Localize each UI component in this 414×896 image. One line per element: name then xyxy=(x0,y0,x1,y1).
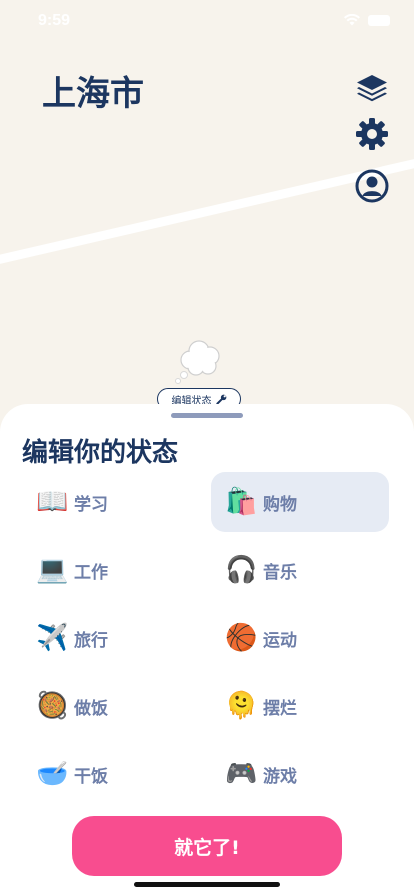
status-option-eating[interactable]: 🥣 干饭 xyxy=(22,744,200,804)
basketball-icon: 🏀 xyxy=(225,623,258,653)
status-option-work[interactable]: 💻 工作 xyxy=(22,540,200,600)
thought-bubble-icon xyxy=(175,340,220,384)
layers-button[interactable] xyxy=(354,70,390,106)
shopping-bags-icon: 🛍️ xyxy=(225,487,258,517)
status-bar: 9:59 xyxy=(0,0,414,44)
sheet-title: 编辑你的状态 xyxy=(22,438,179,468)
status-option-label: 摆烂 xyxy=(263,698,297,719)
status-option-label: 旅行 xyxy=(74,630,108,651)
melting-face-icon: 🫠 xyxy=(225,691,258,721)
status-option-shopping[interactable]: 🛍️ 购物 xyxy=(211,472,389,532)
status-option-label: 做饭 xyxy=(74,698,108,719)
status-option-label: 游戏 xyxy=(263,766,297,787)
status-time: 9:59 xyxy=(38,12,71,29)
layers-icon xyxy=(357,75,387,102)
status-option-sports[interactable]: 🏀 运动 xyxy=(211,608,389,668)
status-option-label: 学习 xyxy=(74,494,108,515)
profile-button[interactable] xyxy=(354,168,390,204)
bowl-with-spoon-icon: 🥣 xyxy=(36,759,69,789)
status-option-label: 购物 xyxy=(263,494,297,515)
city-title: 上海市 xyxy=(42,74,144,114)
status-option-study[interactable]: 📖 学习 xyxy=(22,472,200,532)
wrench-icon xyxy=(215,394,226,405)
sheet-grabber[interactable] xyxy=(171,413,243,418)
gear-icon xyxy=(356,118,388,150)
status-option-travel[interactable]: ✈️ 旅行 xyxy=(22,608,200,668)
home-indicator xyxy=(134,882,280,887)
laptop-icon: 💻 xyxy=(36,555,69,585)
confirm-button[interactable]: 就它了! xyxy=(72,816,342,876)
paella-pan-icon: 🥘 xyxy=(36,691,69,721)
map-view[interactable]: 9:59 上海市 编辑状态 xyxy=(0,0,414,430)
headphones-icon: 🎧 xyxy=(225,555,258,585)
status-option-music[interactable]: 🎧 音乐 xyxy=(211,540,389,600)
map-road xyxy=(0,147,414,273)
status-option-label: 音乐 xyxy=(263,562,297,583)
status-option-label: 工作 xyxy=(74,562,108,583)
airplane-icon: ✈️ xyxy=(36,623,69,653)
status-option-gaming[interactable]: 🎮 游戏 xyxy=(211,744,389,804)
status-option-label: 运动 xyxy=(263,630,297,651)
battery-icon xyxy=(368,15,390,26)
wifi-icon xyxy=(344,14,360,26)
settings-button[interactable] xyxy=(354,116,390,152)
book-icon: 📖 xyxy=(36,487,69,517)
status-sheet: 编辑你的状态 📖 学习 🛍️ 购物 💻 工作 🎧 音乐 ✈️ 旅行 🏀 运动 🥘 xyxy=(0,404,414,896)
status-option-label: 干饭 xyxy=(74,766,108,787)
status-option-cooking[interactable]: 🥘 做饭 xyxy=(22,676,200,736)
user-icon xyxy=(355,169,389,203)
status-option-slacking[interactable]: 🫠 摆烂 xyxy=(211,676,389,736)
game-controller-icon: 🎮 xyxy=(225,759,258,789)
